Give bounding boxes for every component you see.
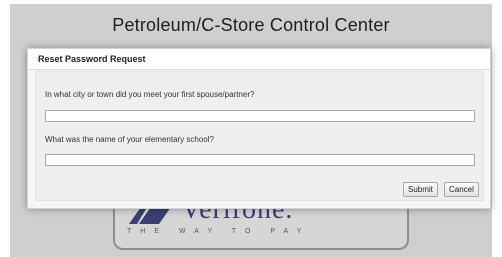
cancel-button[interactable]: Cancel — [444, 182, 479, 197]
security-answer-2-input[interactable] — [45, 154, 475, 166]
logo-tagline: THE WAY TO PAY — [127, 228, 311, 235]
dialog-title: Reset Password Request — [28, 49, 490, 70]
security-question-1-label: In what city or town did you meet your f… — [45, 90, 255, 99]
submit-button[interactable]: Submit — [403, 182, 438, 197]
dialog-body: In what city or town did you meet your f… — [35, 71, 484, 201]
reset-password-dialog: Reset Password Request In what city or t… — [27, 48, 491, 209]
security-answer-1-input[interactable] — [45, 110, 475, 122]
app-title: Petroleum/C-Store Control Center — [112, 15, 390, 35]
security-question-2-label: What was the name of your elementary sch… — [45, 135, 214, 144]
